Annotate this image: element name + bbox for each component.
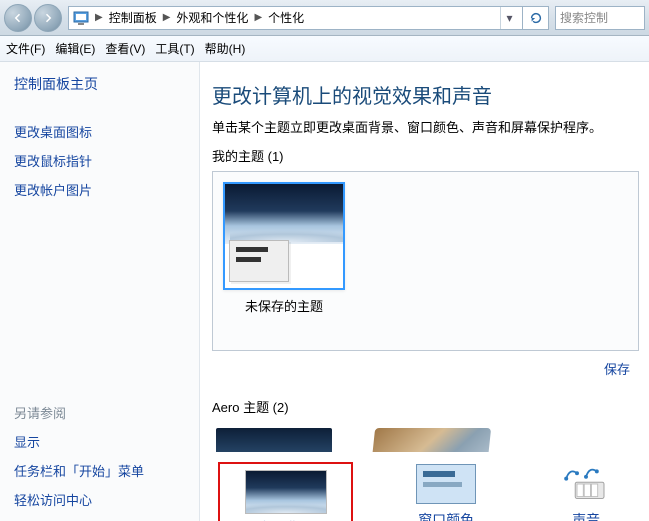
refresh-icon (529, 11, 543, 25)
sound-title: 声音 (539, 510, 633, 521)
sidebar-link-icons[interactable]: 更改桌面图标 (14, 122, 185, 141)
aero-theme-2[interactable] (369, 428, 491, 452)
window-color-item[interactable]: 窗口颜色 Windows 7 Basic (399, 462, 493, 521)
theme-wallpaper-icon (225, 184, 343, 244)
aero-label: Aero 主题 (2) (212, 397, 639, 416)
address-bar[interactable]: ▶ 控制面板 ▶ 外观和个性化 ▶ 个性化 ▾ (68, 6, 523, 30)
breadcrumb-mid[interactable]: 外观和个性化 (176, 9, 248, 26)
content: 更改计算机上的视觉效果和声音 单击某个主题立即更改桌面背景、窗口颜色、声音和屏幕… (200, 62, 649, 521)
refresh-button[interactable] (523, 6, 549, 30)
titlebar: ▶ 控制面板 ▶ 外观和个性化 ▶ 个性化 ▾ 搜索控制 (0, 0, 649, 36)
page-subtitle: 单击某个主题立即更改桌面背景、窗口颜色、声音和屏幕保护程序。 (212, 117, 639, 136)
sidebar: 控制面板主页 更改桌面图标 更改鼠标指针 更改帐户图片 另请参阅 显示 任务栏和… (0, 62, 200, 521)
save-theme-link[interactable]: 保存 (604, 359, 630, 378)
sound-icon (559, 463, 613, 505)
theme-unsaved-label: 未保存的主题 (223, 296, 345, 315)
menu-edit[interactable]: 编辑(E) (55, 40, 95, 57)
my-themes-box: 未保存的主题 保存 (212, 171, 639, 351)
chevron-right-icon: ▶ (252, 12, 264, 23)
aero-thumbs (212, 422, 639, 452)
menu-help[interactable]: 帮助(H) (205, 40, 246, 57)
theme-unsaved[interactable] (223, 182, 345, 290)
chevron-right-icon: ▶ (93, 12, 105, 23)
sidebar-link-taskbar[interactable]: 任务栏和「开始」菜单 (14, 461, 185, 480)
arrow-right-icon (42, 12, 54, 24)
sidebar-link-cursor[interactable]: 更改鼠标指针 (14, 151, 185, 170)
nav-buttons (4, 4, 62, 32)
window-color-title: 窗口颜色 (399, 510, 493, 521)
sidebar-see-also: 另请参阅 (14, 403, 185, 422)
desktop-background-item[interactable]: 桌面背景 151014112_1366_768 (218, 462, 353, 521)
search-placeholder: 搜索控制 (560, 9, 608, 26)
sidebar-link-ease[interactable]: 轻松访问中心 (14, 490, 185, 509)
nav-back-button[interactable] (4, 4, 32, 32)
chevron-right-icon: ▶ (161, 12, 173, 23)
sound-item[interactable]: 声音 Windows 默认 (539, 462, 633, 521)
sidebar-link-account[interactable]: 更改帐户图片 (14, 180, 185, 199)
arrow-left-icon (12, 12, 24, 24)
menu-view[interactable]: 查看(V) (105, 40, 145, 57)
nav-forward-button[interactable] (34, 4, 62, 32)
menubar: 文件(F) 编辑(E) 查看(V) 工具(T) 帮助(H) (0, 36, 649, 62)
breadcrumb-root[interactable]: 控制面板 (109, 9, 157, 26)
menu-file[interactable]: 文件(F) (6, 40, 45, 57)
address-dropdown-button[interactable]: ▾ (500, 7, 518, 29)
sidebar-link-display[interactable]: 显示 (14, 432, 185, 451)
breadcrumb-leaf[interactable]: 个性化 (268, 9, 304, 26)
chevron-down-icon: ▾ (506, 11, 512, 25)
window-color-icon (416, 464, 476, 504)
search-input[interactable]: 搜索控制 (555, 6, 645, 30)
my-themes-label: 我的主题 (1) (212, 146, 639, 165)
wallpaper-icon (245, 470, 327, 514)
theme-window-icon (229, 240, 289, 282)
menu-tools[interactable]: 工具(T) (155, 40, 194, 57)
main: 控制面板主页 更改桌面图标 更改鼠标指针 更改帐户图片 另请参阅 显示 任务栏和… (0, 62, 649, 521)
aero-theme-1[interactable] (216, 428, 332, 452)
control-panel-icon (73, 10, 89, 26)
page-title: 更改计算机上的视觉效果和声音 (212, 80, 639, 109)
sidebar-home[interactable]: 控制面板主页 (14, 74, 185, 94)
bottom-strip: 桌面背景 151014112_1366_768 窗口颜色 Windows 7 B… (212, 452, 639, 521)
